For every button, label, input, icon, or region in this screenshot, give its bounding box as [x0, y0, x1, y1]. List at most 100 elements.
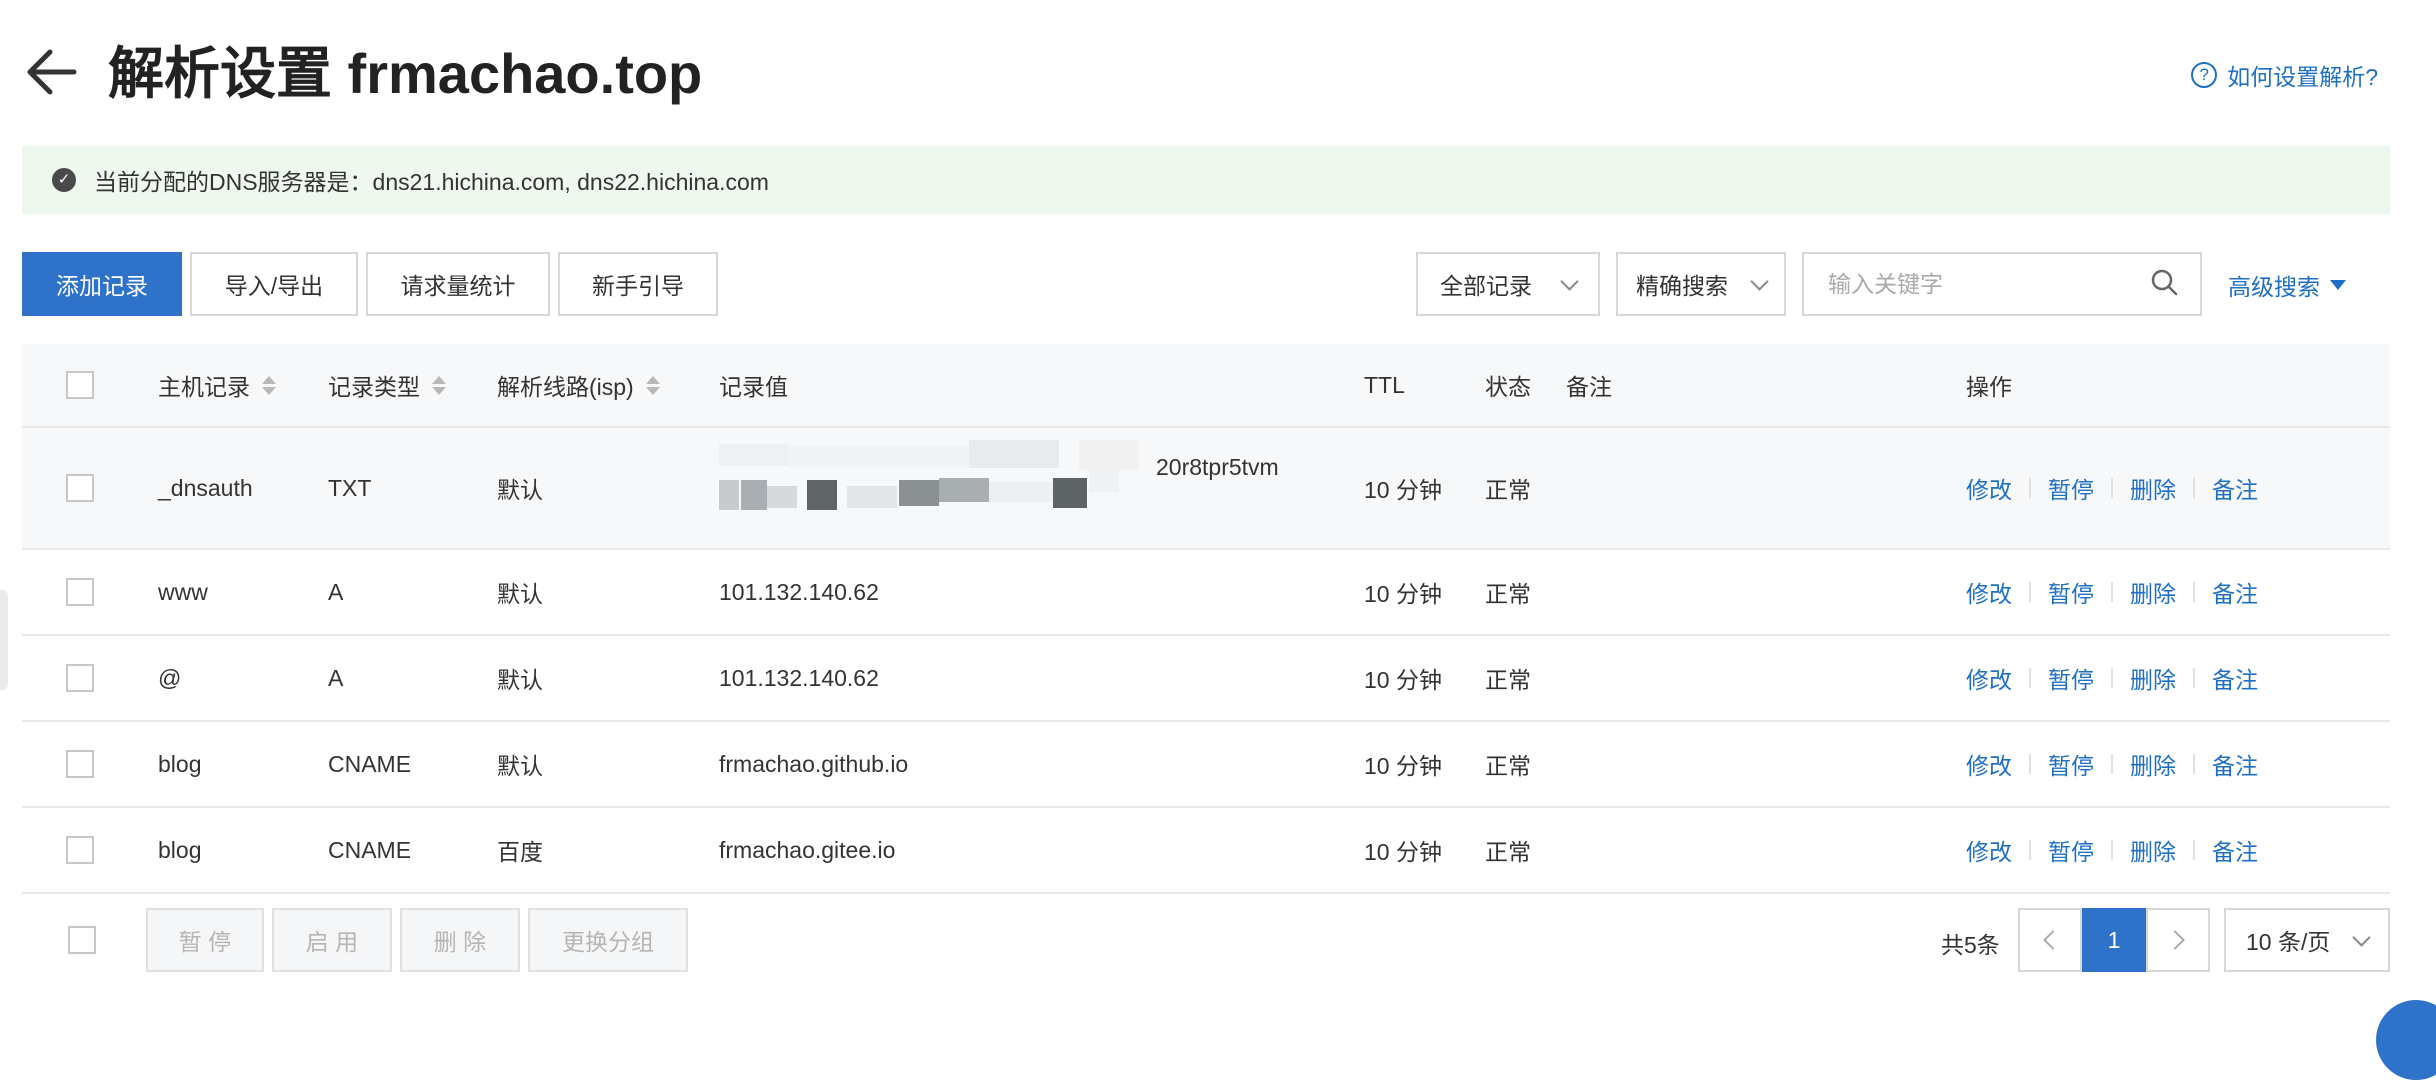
search-mode-value: 精确搜索	[1636, 273, 1728, 299]
change-group-button[interactable]: 更换分组	[528, 908, 688, 972]
cell-value: 20r8tpr5tvm	[719, 428, 1339, 548]
edit-link[interactable]: 修改	[1966, 747, 2012, 781]
cell-type: A	[328, 664, 344, 691]
table-row: _dnsauth TXT 默认 20r8tpr5tvm 10 分钟 正常 修改 …	[22, 428, 2390, 550]
beginner-guide-button[interactable]: 新手引导	[558, 252, 718, 316]
page-size-select[interactable]: 10 条/页	[2224, 908, 2390, 972]
delete-link[interactable]: 删除	[2130, 661, 2176, 695]
column-remark: 备注	[1566, 374, 1612, 400]
divider	[2193, 668, 2195, 688]
cell-value: 101.132.140.62	[719, 664, 879, 691]
row-checkbox[interactable]	[66, 578, 94, 606]
floating-help-button[interactable]	[2376, 1000, 2436, 1080]
chevron-right-icon	[2165, 930, 2185, 950]
column-type[interactable]: 记录类型	[328, 344, 446, 426]
row-checkbox[interactable]	[66, 836, 94, 864]
cell-status: 正常	[1485, 581, 1531, 607]
cell-ttl: 10 分钟	[1364, 667, 1442, 693]
record-filter-select[interactable]: 全部记录	[1416, 252, 1600, 316]
pause-link[interactable]: 暂停	[2048, 833, 2094, 867]
cell-value: frmachao.github.io	[719, 750, 909, 777]
delete-link[interactable]: 删除	[2130, 833, 2176, 867]
edit-link[interactable]: 修改	[1966, 833, 2012, 867]
pause-link[interactable]: 暂停	[2048, 471, 2094, 505]
pause-link[interactable]: 暂停	[2048, 575, 2094, 609]
divider	[2029, 478, 2031, 498]
cell-ttl: 10 分钟	[1364, 753, 1442, 779]
cell-value: 101.132.140.62	[719, 578, 879, 605]
cell-type: A	[328, 578, 344, 605]
cell-type: TXT	[328, 474, 372, 501]
footer-select-all-checkbox[interactable]	[68, 926, 96, 954]
batch-pause-button[interactable]: 暂 停	[146, 908, 264, 972]
column-line[interactable]: 解析线路(isp)	[497, 344, 660, 426]
divider	[2193, 840, 2195, 860]
keyword-search-box	[1802, 252, 2202, 316]
check-circle-icon: ✓	[52, 168, 76, 192]
sort-icon	[262, 375, 276, 395]
column-host[interactable]: 主机记录	[158, 344, 276, 426]
page-1-button[interactable]: 1	[2082, 908, 2146, 972]
search-icon[interactable]	[2150, 268, 2178, 301]
row-actions: 修改 暂停 删除 备注	[1966, 636, 2258, 720]
divider	[2193, 754, 2195, 774]
delete-link[interactable]: 删除	[2130, 471, 2176, 505]
row-checkbox[interactable]	[66, 664, 94, 692]
side-drawer-handle[interactable]	[0, 590, 8, 690]
divider	[2111, 582, 2113, 602]
help-link[interactable]: ? 如何设置解析?	[2191, 58, 2378, 92]
select-all-checkbox[interactable]	[66, 371, 94, 399]
batch-delete-button[interactable]: 删 除	[400, 908, 520, 972]
delete-link[interactable]: 删除	[2130, 747, 2176, 781]
sort-icon	[432, 375, 446, 395]
cell-status: 正常	[1485, 667, 1531, 693]
cell-value-visible: 20r8tpr5tvm	[1156, 454, 1279, 480]
page-size-value: 10 条/页	[2246, 929, 2331, 955]
keyword-search-input[interactable]	[1826, 269, 2150, 299]
cell-host: blog	[158, 750, 202, 777]
back-arrow-icon[interactable]	[22, 46, 82, 98]
row-checkbox[interactable]	[66, 750, 94, 778]
dns-server-text: 当前分配的DNS服务器是：dns21.hichina.com, dns22.hi…	[94, 169, 769, 195]
row-checkbox[interactable]	[66, 474, 94, 502]
column-line-label: 解析线路(isp)	[497, 374, 634, 400]
remark-link[interactable]: 备注	[2212, 575, 2258, 609]
cell-line: 默认	[497, 667, 543, 693]
cell-status: 正常	[1485, 477, 1531, 503]
record-filter-value: 全部记录	[1440, 273, 1532, 299]
divider	[2029, 840, 2031, 860]
batch-enable-button[interactable]: 启 用	[272, 908, 392, 972]
edit-link[interactable]: 修改	[1966, 661, 2012, 695]
edit-link[interactable]: 修改	[1966, 471, 2012, 505]
cell-status: 正常	[1485, 839, 1531, 865]
table-footer: 暂 停 启 用 删 除 更换分组 共5条 1 10 条/页	[22, 908, 2390, 972]
cell-host: www	[158, 578, 208, 605]
dns-records-table: 主机记录 记录类型 解析线路(isp) 记录值 TTL 状态 备注 操作 _dn…	[22, 344, 2390, 894]
remark-link[interactable]: 备注	[2212, 747, 2258, 781]
add-record-button[interactable]: 添加记录	[22, 252, 182, 316]
pause-link[interactable]: 暂停	[2048, 747, 2094, 781]
sort-icon	[645, 375, 660, 395]
table-row: blog CNAME 默认 frmachao.github.io 10 分钟 正…	[22, 722, 2390, 808]
divider	[2029, 582, 2031, 602]
remark-link[interactable]: 备注	[2212, 471, 2258, 505]
next-page-button[interactable]	[2146, 908, 2210, 972]
cell-line: 默认	[497, 477, 543, 503]
advanced-search-label: 高级搜索	[2228, 274, 2320, 300]
request-stats-button[interactable]: 请求量统计	[366, 252, 550, 316]
remark-link[interactable]: 备注	[2212, 661, 2258, 695]
delete-link[interactable]: 删除	[2130, 575, 2176, 609]
table-header: 主机记录 记录类型 解析线路(isp) 记录值 TTL 状态 备注 操作	[22, 344, 2390, 428]
import-export-button[interactable]: 导入/导出	[190, 252, 358, 316]
column-type-label: 记录类型	[328, 374, 420, 400]
chevron-left-icon	[2043, 930, 2063, 950]
question-circle-icon: ?	[2191, 62, 2218, 88]
pause-link[interactable]: 暂停	[2048, 661, 2094, 695]
prev-page-button[interactable]	[2018, 908, 2082, 972]
edit-link[interactable]: 修改	[1966, 575, 2012, 609]
search-mode-select[interactable]: 精确搜索	[1616, 252, 1786, 316]
advanced-search-toggle[interactable]: 高级搜索	[2228, 268, 2346, 302]
cell-ttl: 10 分钟	[1364, 477, 1442, 503]
cell-line: 默认	[497, 581, 543, 607]
remark-link[interactable]: 备注	[2212, 833, 2258, 867]
